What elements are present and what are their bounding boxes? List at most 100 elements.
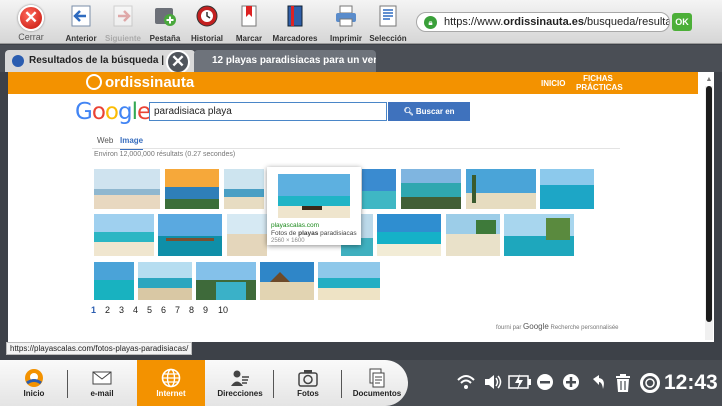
undo-arrow-icon[interactable]: [589, 373, 607, 396]
url-input[interactable]: 🔒︎ https://www.ordissinauta.es/busqueda/…: [416, 12, 670, 32]
status-url: https://playascalas.com/fotos-playas-par…: [6, 342, 193, 355]
dock-divider: [273, 370, 274, 398]
google-logo: Google: [75, 99, 151, 125]
search-button-label: Buscar en Internet: [414, 107, 455, 135]
history-button[interactable]: Historial: [183, 4, 231, 43]
dock-inicio[interactable]: Inicio: [8, 360, 60, 406]
popup-image-size: 2560 × 1600: [271, 238, 305, 244]
search-button[interactable]: 🔍︎ Buscar en Internet: [388, 102, 470, 135]
site-logo-text: ordissinauta: [105, 74, 195, 91]
dock-email[interactable]: e-mail: [72, 360, 132, 406]
results-count: Environ 12,000,000 résultats (0.27 secon…: [94, 151, 236, 158]
clock: 12:43: [664, 371, 718, 394]
trash-icon[interactable]: [614, 373, 632, 398]
page-link-4[interactable]: 4: [133, 305, 138, 315]
image-result[interactable]: [377, 214, 441, 256]
page-link-6[interactable]: 6: [161, 305, 166, 315]
tab-title: 12 playas paradisiacas para un verano i: [212, 55, 376, 66]
image-result[interactable]: [466, 169, 536, 209]
nav-inicio[interactable]: INICIO: [541, 79, 565, 88]
tab-beaches-article[interactable]: 12 playas paradisiacas para un verano i: [194, 50, 376, 72]
dock-divider: [67, 370, 68, 398]
globe-icon: [161, 368, 181, 388]
image-result[interactable]: [446, 214, 500, 256]
close-label: Cerrar: [18, 32, 44, 42]
page-link-3[interactable]: 3: [119, 305, 124, 315]
popup-description: Fotos de playas paradisiacas: [271, 230, 357, 237]
image-result[interactable]: [540, 169, 594, 209]
dock-divider: [341, 370, 342, 398]
image-result[interactable]: [318, 262, 380, 300]
bookmark-icon: [241, 5, 257, 27]
scrollbar-thumb[interactable]: [706, 86, 712, 322]
page-link-1[interactable]: 1: [91, 305, 96, 315]
forward-button[interactable]: Siguiente: [99, 4, 147, 43]
nav-fichas-practicas[interactable]: FICHAS PRÁCTICAS: [576, 74, 623, 92]
site-header: ordissinauta INICIO FICHAS PRÁCTICAS: [8, 72, 698, 94]
print-button[interactable]: Imprimir: [322, 4, 370, 43]
powered-by-google: fourni par Google Recherche personnalisé…: [496, 322, 619, 331]
bottom-dock: Inicio e-mail Internet Direcciones Fotos…: [0, 360, 722, 406]
image-result[interactable]: [227, 214, 267, 256]
back-button[interactable]: Anterior: [57, 4, 105, 43]
selection-document-icon: [379, 5, 397, 27]
bookmarks-button[interactable]: Marcadores: [271, 4, 319, 43]
dock-internet[interactable]: Internet: [137, 360, 205, 406]
image-result[interactable]: [94, 214, 154, 256]
image-result[interactable]: [224, 169, 264, 209]
popup-source-link[interactable]: playascalas.com: [271, 222, 319, 229]
image-result[interactable]: [165, 169, 219, 209]
close-icon: ✕: [18, 5, 44, 31]
image-result[interactable]: [362, 169, 396, 209]
go-ok-button[interactable]: OK: [672, 13, 692, 31]
divider: [92, 148, 620, 149]
selection-button[interactable]: Selección: [364, 4, 412, 43]
url-domain: ordissinauta.es: [503, 16, 584, 28]
image-result[interactable]: [504, 214, 574, 256]
bookmarks-book-icon: [287, 5, 303, 27]
forward-arrow-icon: [113, 5, 133, 27]
wifi-icon[interactable]: [456, 373, 476, 396]
image-result[interactable]: [138, 262, 192, 300]
volume-icon[interactable]: [483, 373, 503, 396]
bookmark-button[interactable]: Marcar: [225, 4, 273, 43]
home-logo-icon: [25, 369, 43, 387]
url-path: /busqueda/resultados?sa=R: [584, 16, 669, 28]
history-clock-icon: [196, 5, 218, 27]
tab-web[interactable]: Web: [97, 136, 113, 145]
close-button[interactable]: ✕ Cerrar: [8, 5, 54, 42]
battery-charging-icon: [508, 373, 532, 396]
documents-icon: [369, 368, 385, 388]
dock-fotos[interactable]: Fotos: [278, 360, 338, 406]
email-envelope-icon: [92, 371, 112, 385]
back-arrow-icon: [71, 5, 91, 27]
page-link-10[interactable]: 10: [218, 305, 228, 315]
scroll-up-icon[interactable]: ▲: [705, 76, 713, 84]
image-preview[interactable]: [278, 174, 350, 218]
image-result[interactable]: [94, 169, 160, 209]
page-link-2[interactable]: 2: [105, 305, 110, 315]
page-link-7[interactable]: 7: [175, 305, 180, 315]
close-tab-icon[interactable]: ✕: [166, 50, 190, 74]
image-result[interactable]: [158, 214, 222, 256]
zoom-out-icon[interactable]: [536, 373, 554, 396]
page-link-8[interactable]: 8: [189, 305, 194, 315]
image-result[interactable]: [94, 262, 134, 300]
zoom-in-icon[interactable]: [562, 373, 580, 396]
page-link-5[interactable]: 5: [147, 305, 152, 315]
page-link-9[interactable]: 9: [203, 305, 208, 315]
new-tab-button[interactable]: Pestaña: [141, 4, 189, 43]
browser-toolbar: ✕ Cerrar Anterior Siguiente Pestaña Hist…: [0, 0, 722, 44]
dock-direcciones[interactable]: Direcciones: [210, 360, 270, 406]
image-result[interactable]: [401, 169, 461, 209]
image-result[interactable]: [260, 262, 314, 300]
help-lifebuoy-icon[interactable]: [640, 373, 660, 398]
dock-documentos[interactable]: Documentos: [346, 360, 408, 406]
image-result[interactable]: [196, 262, 256, 300]
site-logo[interactable]: ordissinauta: [86, 74, 194, 91]
image-preview-popup[interactable]: playascalas.com Fotos de playas paradisi…: [267, 167, 361, 245]
dock-apps: Inicio e-mail Internet Direcciones Fotos…: [0, 360, 408, 406]
lock-icon: 🔒︎: [424, 16, 437, 29]
url-prefix: https://www.: [444, 16, 504, 28]
search-input[interactable]: paradisiaca playa: [149, 102, 387, 121]
